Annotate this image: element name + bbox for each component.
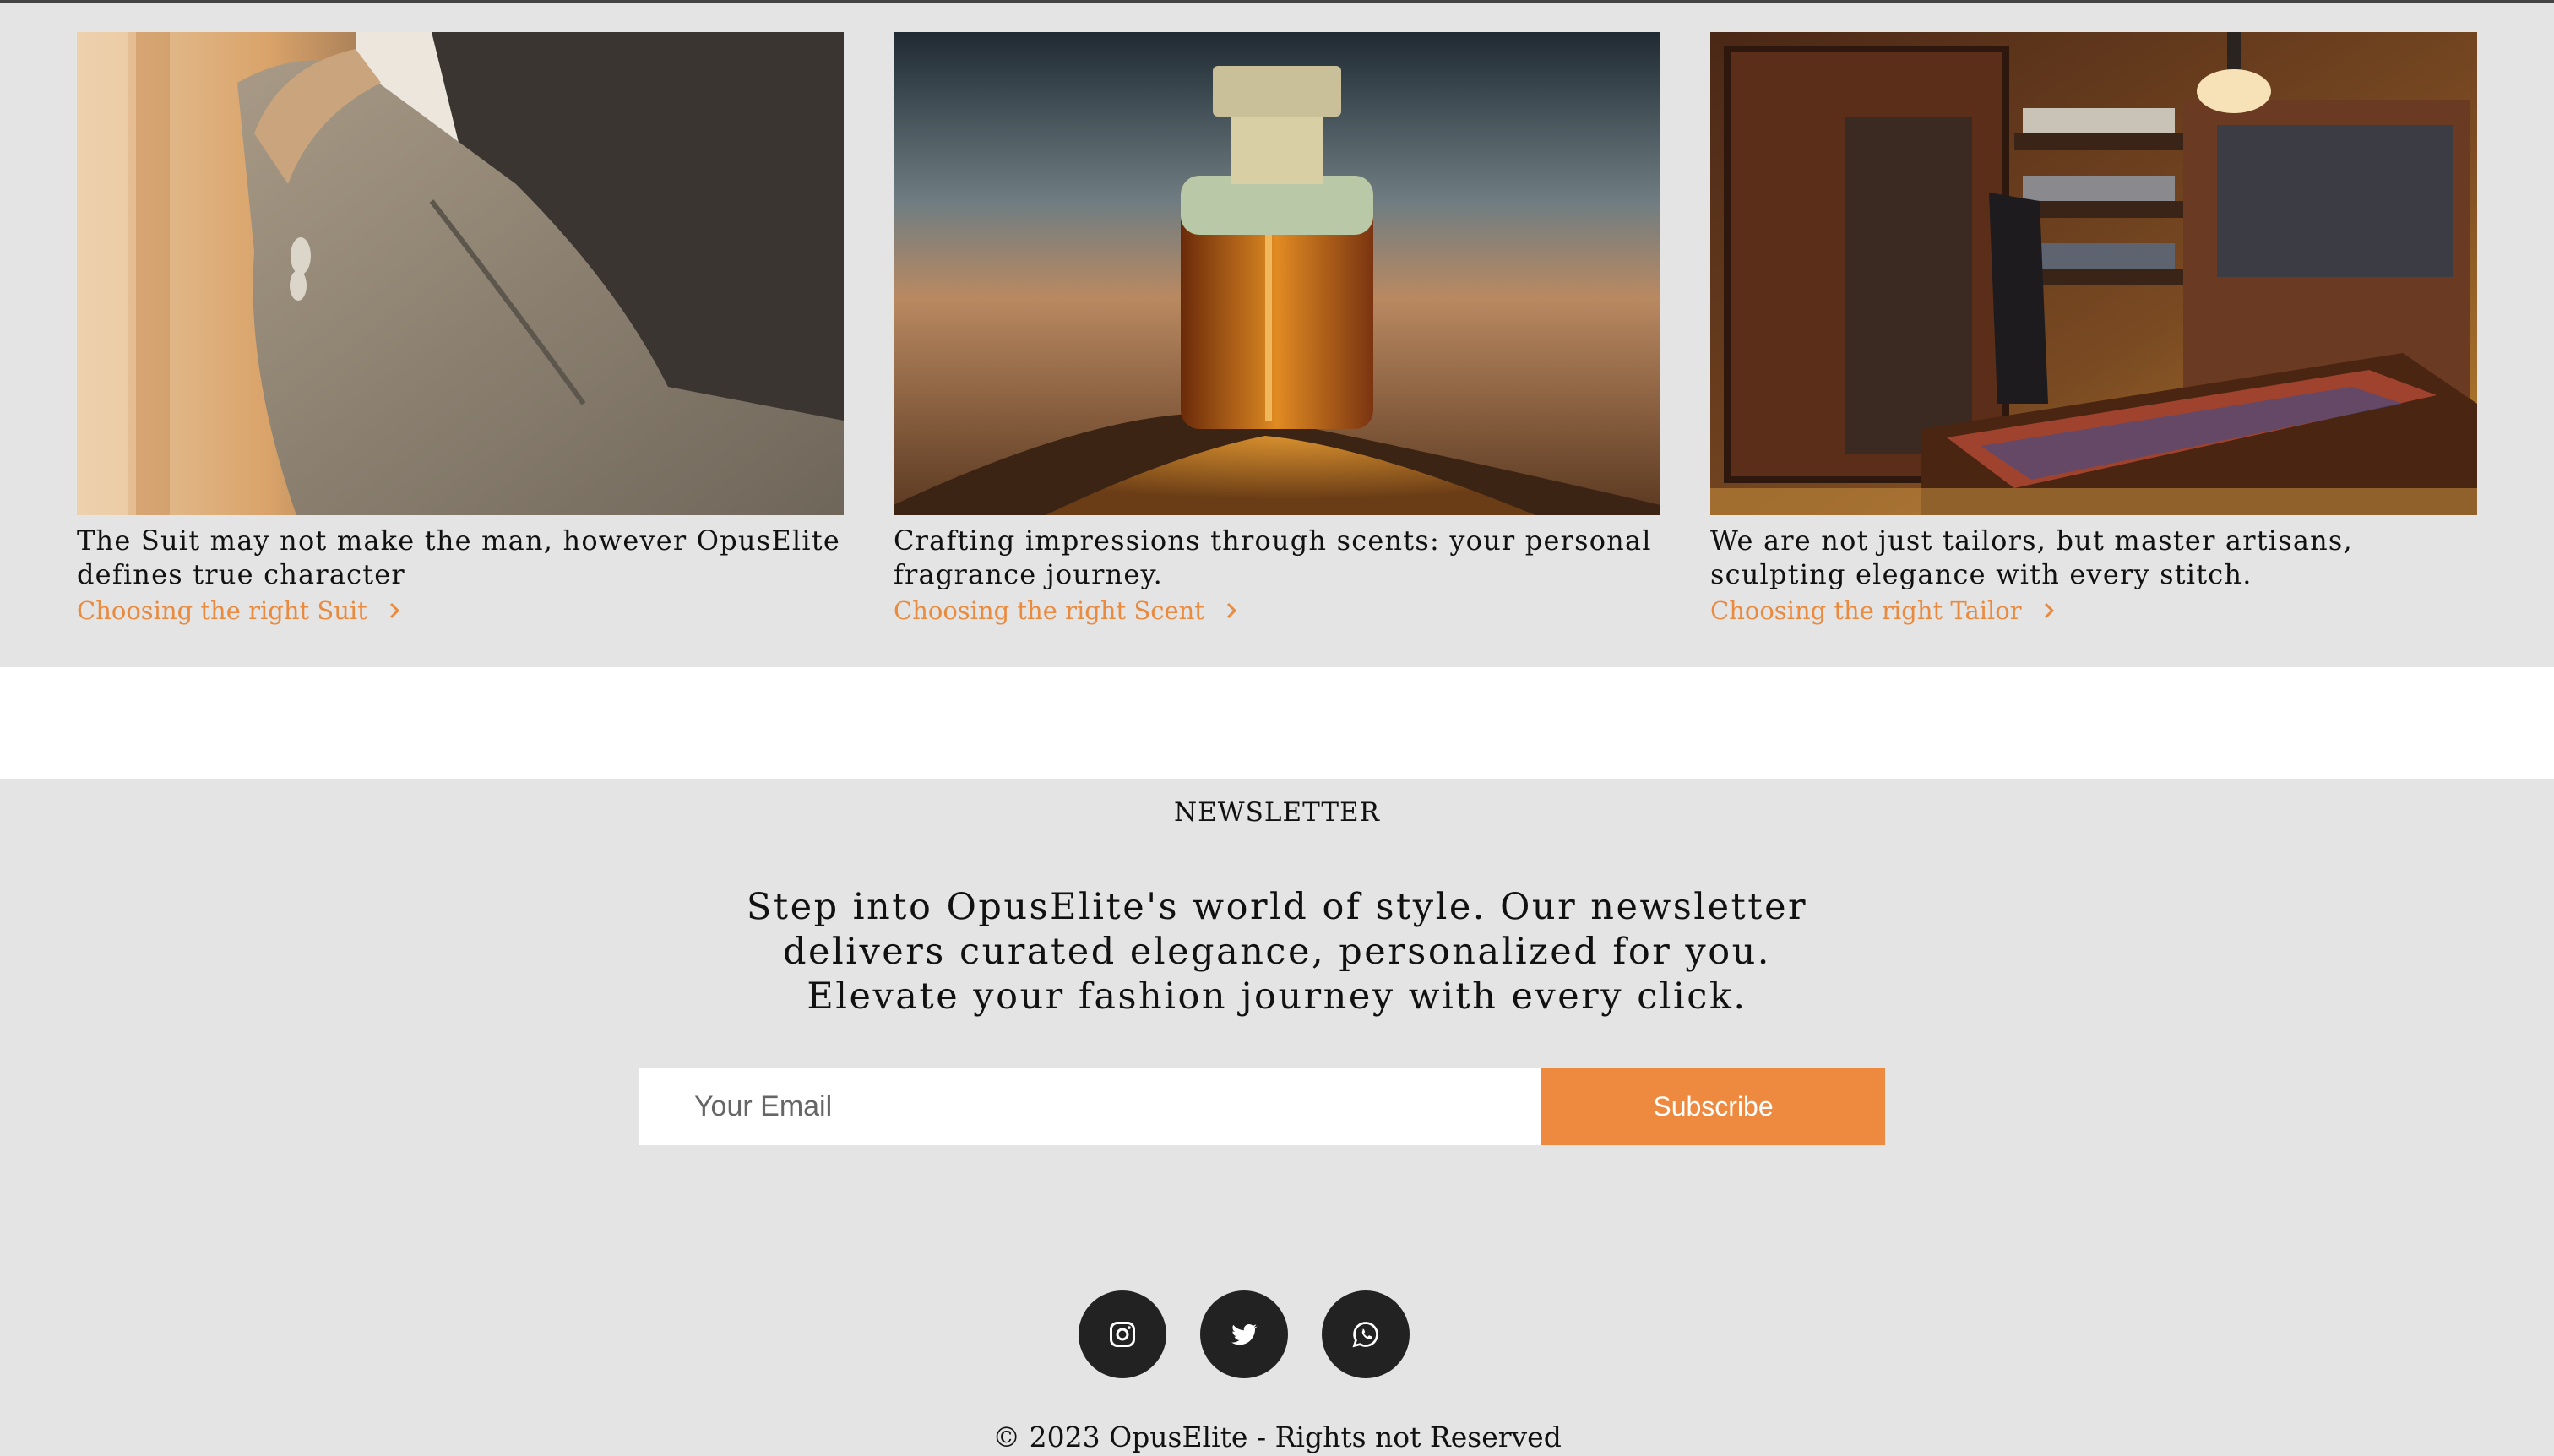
card-scent: Crafting impressions through scents: you… bbox=[894, 32, 1660, 625]
featured-cards: The Suit may not make the man, however O… bbox=[0, 3, 2554, 667]
newsletter-form: Subscribe bbox=[638, 1068, 1885, 1145]
chevron-right-icon bbox=[389, 602, 399, 619]
card-link-label: Choosing the right Suit bbox=[77, 596, 367, 625]
instagram-icon bbox=[1110, 1322, 1135, 1347]
twitter-icon bbox=[1231, 1323, 1258, 1345]
section-spacer bbox=[0, 667, 2554, 779]
newsletter-heading: NEWSLETTER bbox=[1174, 797, 1380, 828]
instagram-button[interactable] bbox=[1079, 1290, 1166, 1378]
perfume-bottle-photo bbox=[894, 32, 1660, 515]
whatsapp-button[interactable] bbox=[1322, 1290, 1410, 1378]
choosing-scent-link[interactable]: Choosing the right Scent bbox=[894, 596, 1242, 625]
newsletter-section: NEWSLETTER Step into OpusElite's world o… bbox=[0, 779, 2554, 1456]
email-input[interactable] bbox=[638, 1068, 1541, 1145]
choosing-suit-link[interactable]: Choosing the right Suit bbox=[77, 596, 405, 625]
card-caption: Crafting impressions through scents: you… bbox=[894, 524, 1652, 590]
twitter-button[interactable] bbox=[1200, 1290, 1288, 1378]
card-caption: We are not just tailors, but master arti… bbox=[1710, 524, 2353, 590]
choosing-tailor-link[interactable]: Choosing the right Tailor bbox=[1710, 596, 2059, 625]
card-tailor: We are not just tailors, but master arti… bbox=[1710, 32, 2477, 625]
tailor-shop-photo bbox=[1710, 32, 2477, 515]
card-link-label: Choosing the right Scent bbox=[894, 596, 1204, 625]
chevron-right-icon bbox=[2044, 602, 2054, 619]
copyright-text: © 2023 OpusElite - Rights not Reserved bbox=[992, 1421, 1562, 1453]
chevron-right-icon bbox=[1226, 602, 1237, 619]
newsletter-description: Step into OpusElite's world of style. Ou… bbox=[746, 886, 1808, 1018]
man-in-suit-photo bbox=[77, 32, 844, 515]
card-suit: The Suit may not make the man, however O… bbox=[77, 32, 844, 625]
subscribe-button[interactable]: Subscribe bbox=[1541, 1068, 1885, 1145]
card-caption: The Suit may not make the man, however O… bbox=[77, 524, 840, 590]
card-link-label: Choosing the right Tailor bbox=[1710, 596, 2022, 625]
whatsapp-icon bbox=[1352, 1322, 1378, 1348]
